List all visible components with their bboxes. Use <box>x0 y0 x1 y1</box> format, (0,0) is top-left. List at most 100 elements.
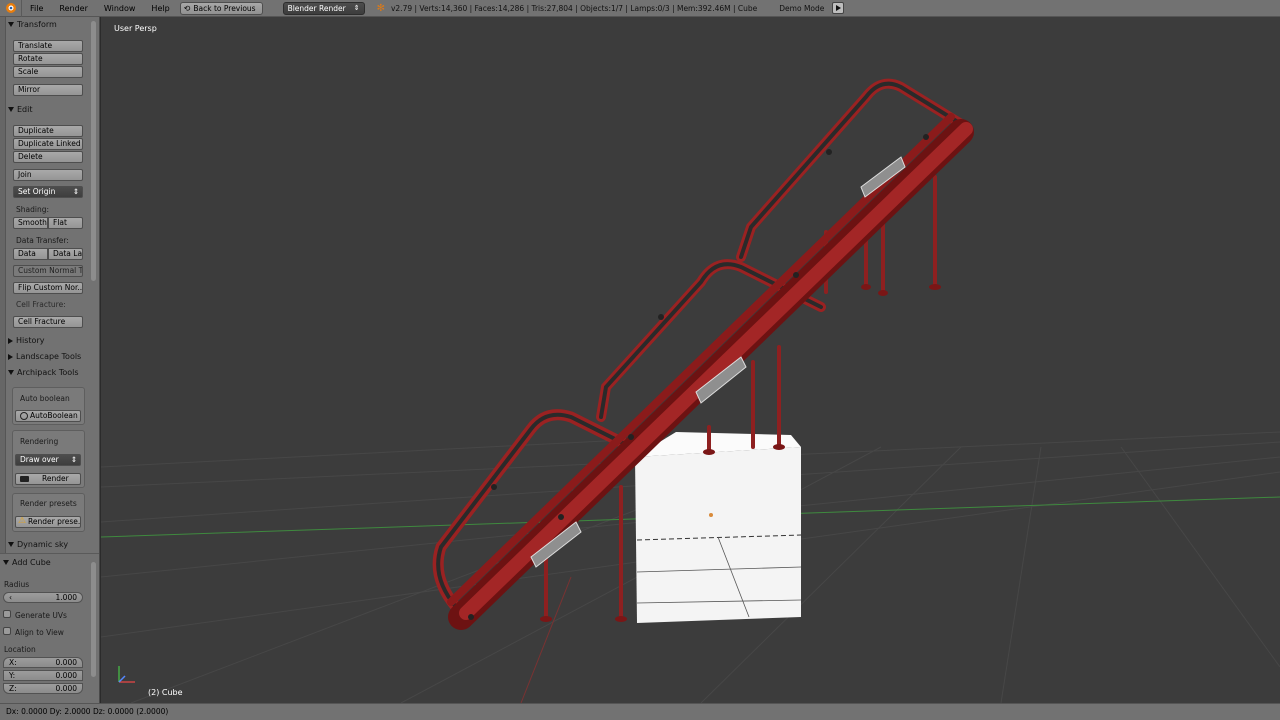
radius-field[interactable]: ‹ 1.000 <box>3 592 83 603</box>
active-object-label: (2) Cube <box>148 688 183 697</box>
panel-landscape-header[interactable]: Landscape Tools <box>8 352 81 361</box>
panel-transform-title: Transform <box>17 20 57 29</box>
translate-button[interactable]: Translate <box>13 40 83 52</box>
panel-transform-header[interactable]: Transform <box>8 20 57 29</box>
generate-uvs-checkbox[interactable] <box>3 610 11 618</box>
autoboolean-button[interactable]: AutoBoolean <box>15 410 81 422</box>
radius-value: 1.000 <box>55 593 77 602</box>
generate-uvs-label: Generate UVs <box>15 611 67 620</box>
chevron-down-icon: ⇕ <box>353 3 360 12</box>
panel-edit-header[interactable]: Edit <box>8 105 33 114</box>
cell-fracture-label: Cell Fracture: <box>16 300 66 309</box>
data-layout-button[interactable]: Data La <box>48 248 83 260</box>
location-x-field[interactable]: X: 0.000 <box>3 657 83 668</box>
radius-label: Radius <box>4 580 30 589</box>
demo-mode-label[interactable]: Demo Mode <box>779 4 824 13</box>
back-to-previous-label: Back to Previous <box>193 3 256 13</box>
auto-boolean-label: Auto boolean <box>20 394 70 403</box>
cell-fracture-button[interactable]: Cell Fracture <box>13 316 83 328</box>
panel-archipack-title: Archipack Tools <box>17 368 79 377</box>
back-to-previous-button[interactable]: ⟲ Back to Previous <box>179 1 263 15</box>
info-header: File Render Window Help ⟲ Back to Previo… <box>0 0 1280 17</box>
viewport-scene[interactable] <box>101 17 1280 703</box>
smooth-button[interactable]: Smooth <box>13 217 48 229</box>
location-y-label: Y: <box>9 671 16 680</box>
demo-play-button[interactable] <box>832 2 845 14</box>
delete-button[interactable]: Delete <box>13 151 83 163</box>
editor-type-button[interactable] <box>0 0 22 17</box>
menu-file[interactable]: File <box>22 0 51 17</box>
render-engine-label: Blender Render <box>287 3 346 13</box>
render-presets-button[interactable]: ⚠ Render prese... <box>15 516 81 528</box>
panel-dynamic-sky-title: Dynamic sky <box>17 540 69 549</box>
panel-history-header[interactable]: History <box>8 336 44 345</box>
panel-dynamic-sky-header[interactable]: Dynamic sky <box>8 540 68 549</box>
sphere-icon <box>20 412 28 420</box>
custom-normal-button[interactable]: Custom Normal T... <box>13 265 83 277</box>
flip-custom-normals-button[interactable]: Flip Custom Nor... <box>13 282 83 294</box>
chevron-down-icon: ⇕ <box>72 187 79 196</box>
mirror-button[interactable]: Mirror <box>13 84 83 96</box>
expand-icon <box>8 353 13 360</box>
set-origin-label: Set Origin <box>18 187 56 196</box>
draw-over-label: Draw over <box>20 455 59 464</box>
location-x-value: 0.000 <box>55 658 77 667</box>
render-engine-select[interactable]: Blender Render ⇕ <box>282 1 365 15</box>
draw-over-select[interactable]: Draw over ⇕ <box>15 454 81 466</box>
cube-object[interactable] <box>635 432 802 623</box>
view-name-label: User Persp <box>114 24 157 33</box>
3d-viewport[interactable]: User Persp (2) Cube <box>101 17 1280 703</box>
render-presets-button-label: Render prese... <box>28 517 81 526</box>
location-z-label: Z: <box>9 684 17 693</box>
menu-render[interactable]: Render <box>51 0 95 17</box>
location-z-field[interactable]: Z: 0.000 <box>3 683 83 694</box>
tool-shelf-scrollbar[interactable] <box>91 21 96 281</box>
blender-window: File Render Window Help ⟲ Back to Previo… <box>0 0 1280 720</box>
blender-logo-icon <box>5 3 16 13</box>
align-to-view-checkbox[interactable] <box>3 627 11 635</box>
collapse-icon <box>8 542 14 547</box>
scene-stats: v2.79 | Verts:14,360 | Faces:14,286 | Tr… <box>390 3 758 13</box>
play-icon <box>835 5 841 11</box>
location-label: Location <box>4 645 36 654</box>
panel-history-title: History <box>16 336 45 345</box>
archipack-render-button[interactable]: Render <box>15 473 81 485</box>
chevron-left-icon: ‹ <box>9 593 12 602</box>
warning-icon: ⚠ <box>18 516 27 526</box>
collapse-icon <box>3 560 9 565</box>
join-button[interactable]: Join <box>13 169 83 181</box>
operator-title: Add Cube <box>12 558 51 567</box>
duplicate-linked-button[interactable]: Duplicate Linked <box>13 138 83 150</box>
collapse-icon <box>8 107 14 112</box>
shading-label: Shading: <box>16 205 49 214</box>
object-origin-dot <box>709 513 713 517</box>
duplicate-button[interactable]: Duplicate <box>13 125 83 137</box>
location-y-value: 0.000 <box>55 671 77 680</box>
location-z-value: 0.000 <box>55 684 77 693</box>
location-x-label: X: <box>9 658 17 667</box>
expand-icon <box>8 337 13 344</box>
rotate-button[interactable]: Rotate <box>13 53 83 65</box>
operator-header[interactable]: Add Cube <box>3 558 51 567</box>
panel-archipack-header[interactable]: Archipack Tools <box>8 368 79 377</box>
collapse-icon <box>8 22 14 27</box>
axis-gizmo-icon <box>118 666 135 683</box>
collapse-icon <box>8 370 14 375</box>
menu-window[interactable]: Window <box>96 0 144 17</box>
data-transfer-button[interactable]: Data <box>13 248 48 260</box>
render-icon: ✻ <box>376 2 385 14</box>
scale-button[interactable]: Scale <box>13 66 83 78</box>
back-icon: ⟲ <box>183 3 191 13</box>
autoboolean-label: AutoBoolean <box>30 411 78 420</box>
render-button-label: Render <box>42 474 69 483</box>
camera-icon <box>20 476 29 482</box>
set-origin-menu[interactable]: Set Origin ⇕ <box>13 186 83 198</box>
flat-button[interactable]: Flat <box>48 217 83 229</box>
transform-delta-readout: Dx: 0.0000 Dy: 2.0000 Dz: 0.0000 (2.0000… <box>6 707 169 716</box>
panel-edit-title: Edit <box>17 105 33 114</box>
status-bar: Dx: 0.0000 Dy: 2.0000 Dz: 0.0000 (2.0000… <box>0 703 1280 720</box>
tool-shelf: Transform Translate Rotate Scale Mirror … <box>0 17 100 703</box>
menu-help[interactable]: Help <box>143 0 177 17</box>
location-y-field[interactable]: Y: 0.000 <box>3 670 83 681</box>
operator-scrollbar[interactable] <box>91 562 96 677</box>
